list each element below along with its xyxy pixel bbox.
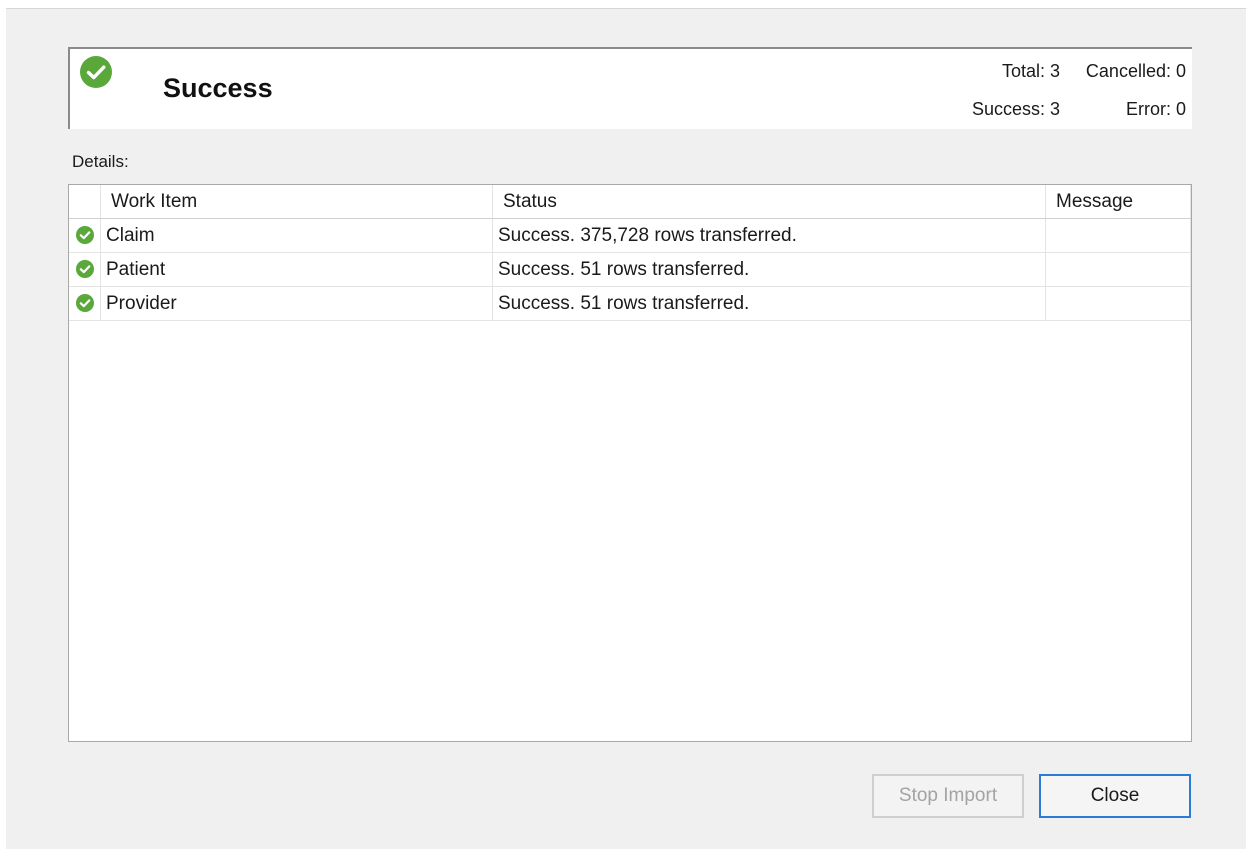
summary-title: Success (163, 73, 273, 103)
column-header-work-item[interactable]: Work Item (100, 185, 493, 219)
work-item-cell: Patient (100, 252, 493, 287)
status-cell: Success. 51 rows transferred. (492, 286, 1046, 321)
close-button[interactable]: Close (1039, 774, 1191, 818)
details-table: Work Item Status Message Claim Success. … (69, 185, 1191, 321)
error-count: Error: 0 (1125, 99, 1186, 119)
cancelled-count: Cancelled: 0 (1085, 61, 1186, 81)
check-circle-icon (75, 294, 94, 313)
details-grid[interactable]: Work Item Status Message Claim Success. … (68, 184, 1192, 742)
table-header-row: Work Item Status Message (69, 185, 1191, 219)
table-row[interactable]: Claim Success. 375,728 rows transferred. (69, 218, 1191, 253)
column-header-status[interactable]: Status (492, 185, 1046, 219)
table-row[interactable]: Provider Success. 51 rows transferred. (69, 286, 1191, 321)
message-cell (1045, 286, 1191, 321)
table-row[interactable]: Patient Success. 51 rows transferred. (69, 252, 1191, 287)
work-item-cell: Provider (100, 286, 493, 321)
message-cell (1045, 252, 1191, 287)
success-count: Success: 3 (971, 99, 1060, 119)
column-header-icon[interactable] (69, 185, 101, 219)
status-cell: Success. 51 rows transferred. (492, 252, 1046, 287)
row-status-cell (69, 252, 101, 287)
work-item-cell: Claim (100, 218, 493, 253)
summary-panel: Success Total: 3 Cancelled: 0 Success: 3… (68, 47, 1192, 129)
status-cell: Success. 375,728 rows transferred. (492, 218, 1046, 253)
check-circle-icon (75, 226, 94, 245)
check-circle-icon (80, 56, 112, 88)
import-result-dialog: Success Total: 3 Cancelled: 0 Success: 3… (6, 8, 1246, 849)
message-cell (1045, 218, 1191, 253)
column-header-message[interactable]: Message (1045, 185, 1191, 219)
row-status-cell (69, 286, 101, 321)
stop-import-button[interactable]: Stop Import (872, 774, 1024, 818)
check-circle-icon (75, 260, 94, 279)
details-label: Details: (72, 152, 129, 171)
total-count: Total: 3 (1001, 61, 1060, 81)
row-status-cell (69, 218, 101, 253)
